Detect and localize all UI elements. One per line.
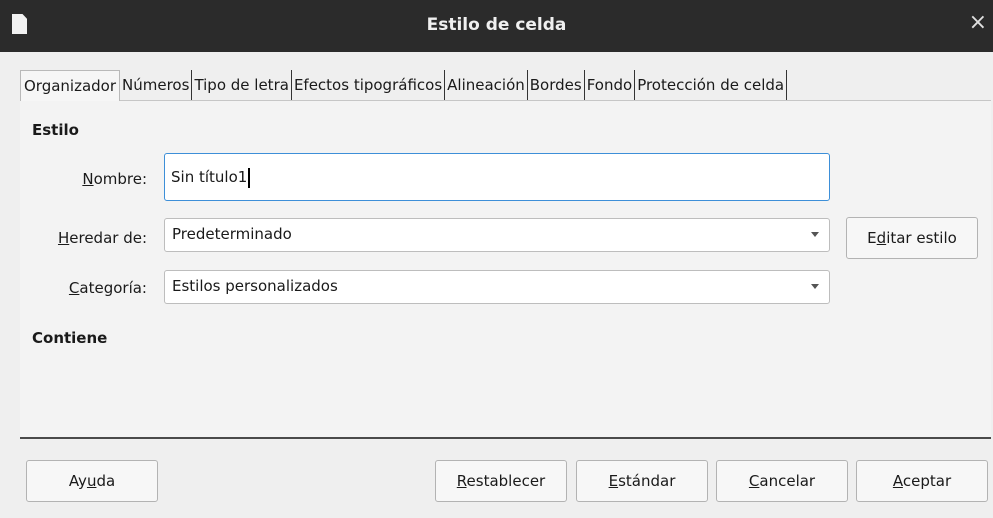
- tab-numeros[interactable]: Números: [120, 70, 193, 100]
- cancelar-button[interactable]: Cancelar: [716, 460, 848, 502]
- nombre-input[interactable]: Sin título1: [164, 153, 830, 201]
- heredar-label-rest: eredar de:: [69, 229, 147, 247]
- tab-bar: Organizador Números Tipo de letra Efecto…: [20, 70, 788, 101]
- tab-efectos-tipograficos[interactable]: Efectos tipográficos: [292, 70, 446, 100]
- nombre-label-rest: ombre:: [93, 170, 147, 188]
- estandar-button[interactable]: Estándar: [576, 460, 708, 502]
- restablecer-button[interactable]: Restablecer: [435, 460, 567, 502]
- heredar-label: Heredar de:: [17, 229, 147, 247]
- nombre-label-mnemonic: N: [82, 170, 94, 188]
- window-title: Estilo de celda: [426, 15, 567, 35]
- organizador-panel: Estilo Nombre: Sin título1 Heredar de: P…: [20, 100, 991, 439]
- nombre-input-value: Sin título1: [171, 168, 248, 186]
- tab-alineacion[interactable]: Alineación: [445, 70, 528, 100]
- title-bar: Estilo de celda ×: [0, 0, 993, 52]
- text-caret: [248, 167, 251, 188]
- nombre-label: Nombre:: [17, 170, 147, 188]
- section-title-contiene: Contiene: [32, 329, 108, 347]
- ayuda-button[interactable]: Ayuda: [26, 460, 158, 502]
- tab-tipo-de-letra[interactable]: Tipo de letra: [192, 70, 292, 100]
- heredar-dropdown-value: Predeterminado: [172, 225, 292, 243]
- tab-organizador[interactable]: Organizador: [20, 70, 121, 101]
- categoria-label-mnemonic: C: [68, 279, 80, 297]
- heredar-dropdown[interactable]: Predeterminado: [164, 218, 830, 252]
- categoria-dropdown[interactable]: Estilos personalizados: [164, 270, 830, 304]
- close-icon[interactable]: ×: [969, 12, 987, 34]
- categoria-dropdown-value: Estilos personalizados: [172, 277, 338, 295]
- categoria-label-rest: ategoría:: [79, 279, 147, 297]
- tab-bordes[interactable]: Bordes: [528, 70, 585, 100]
- tab-proteccion-de-celda[interactable]: Protección de celda: [635, 70, 788, 100]
- aceptar-button[interactable]: Aceptar: [856, 460, 988, 502]
- categoria-label: Categoría:: [17, 279, 147, 297]
- chevron-down-icon: [811, 284, 819, 289]
- editar-estilo-button[interactable]: Editar estilo: [846, 217, 978, 259]
- tab-fondo[interactable]: Fondo: [585, 70, 636, 100]
- section-title-estilo: Estilo: [32, 121, 79, 139]
- chevron-down-icon: [811, 232, 819, 237]
- heredar-label-mnemonic: H: [57, 229, 70, 247]
